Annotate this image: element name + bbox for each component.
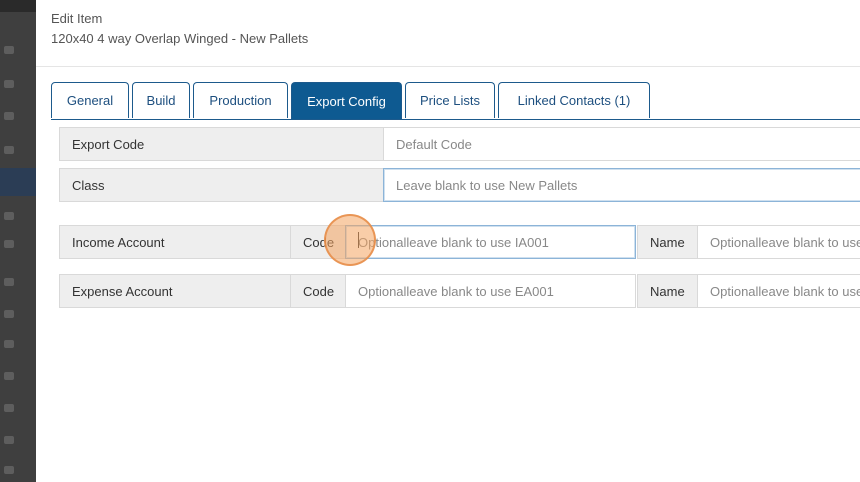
expense-name-input[interactable]: Optionalleave blank to use <box>697 274 860 308</box>
backdrop-icon <box>4 112 14 120</box>
backdrop-icon <box>4 240 14 248</box>
modal-subtitle: 120x40 4 way Overlap Winged - New Pallet… <box>51 31 309 46</box>
modal-title: Edit Item <box>51 11 103 26</box>
expense-name-label: Name <box>637 274 698 308</box>
income-code-label: Code <box>290 225 346 259</box>
text-caret <box>358 232 359 248</box>
backdrop-icon <box>4 278 14 286</box>
expense-code-input[interactable]: Optionalleave blank to use EA001 <box>345 274 636 308</box>
income-name-input[interactable]: Optionalleave blank to use <box>697 225 860 259</box>
backdrop-icon <box>4 310 14 318</box>
backdrop-icon <box>4 404 14 412</box>
backdrop-icon <box>4 372 14 380</box>
backdrop-topbar <box>0 0 36 12</box>
backdrop-icon <box>4 436 14 444</box>
export-code-input[interactable]: Default Code <box>383 127 860 161</box>
backdrop-icon <box>4 46 14 54</box>
tab-export-config[interactable]: Export Config <box>291 82 402 119</box>
expense-account-label: Expense Account <box>59 274 291 308</box>
edit-item-modal: Edit Item 120x40 4 way Overlap Winged - … <box>36 0 860 482</box>
backdrop-icon <box>4 466 14 474</box>
modal-header: Edit Item 120x40 4 way Overlap Winged - … <box>36 0 860 67</box>
income-name-label: Name <box>637 225 698 259</box>
export-code-label: Export Code <box>59 127 384 161</box>
backdrop-icon <box>4 340 14 348</box>
tab-price-lists[interactable]: Price Lists <box>405 82 495 118</box>
tab-build[interactable]: Build <box>132 82 190 118</box>
export-code-row: Export Code Default Code <box>59 127 860 161</box>
income-code-input[interactable]: Optionalleave blank to use IA001 <box>345 225 636 259</box>
backdrop-icon <box>4 146 14 154</box>
tab-general[interactable]: General <box>51 82 129 118</box>
backdrop-active-item <box>0 168 36 196</box>
tab-bar: General Build Production Export Config P… <box>51 82 860 120</box>
expense-code-label: Code <box>290 274 346 308</box>
tab-linked-contacts[interactable]: Linked Contacts (1) <box>498 82 650 118</box>
class-label: Class <box>59 168 384 202</box>
class-row: Class Leave blank to use New Pallets <box>59 168 860 202</box>
tab-production[interactable]: Production <box>193 82 288 118</box>
class-input[interactable]: Leave blank to use New Pallets <box>383 168 860 202</box>
page-backdrop <box>0 0 36 482</box>
backdrop-icon <box>4 212 14 220</box>
income-account-row: Income Account Code Optionalleave blank … <box>59 225 860 259</box>
income-account-label: Income Account <box>59 225 291 259</box>
backdrop-icon <box>4 80 14 88</box>
expense-account-row: Expense Account Code Optionalleave blank… <box>59 274 860 308</box>
